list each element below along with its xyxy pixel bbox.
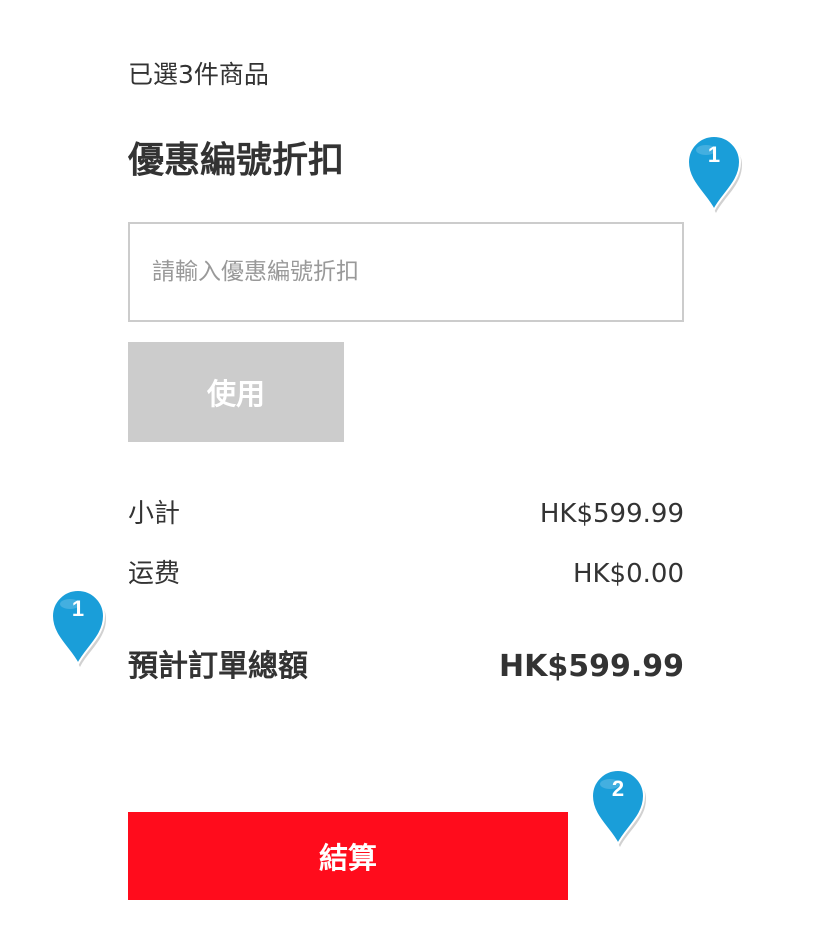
coupon-heading: 優惠編號折扣 bbox=[128, 140, 345, 181]
order-total-label: 預計訂單總額 bbox=[128, 649, 308, 684]
annotation-marker-1-summary: 1 bbox=[46, 586, 110, 668]
selected-items-count: 已選3件商品 bbox=[128, 60, 269, 89]
annotation-marker-number: 1 bbox=[707, 142, 721, 167]
subtotal-label: 小計 bbox=[128, 499, 181, 529]
shipping-value: HK$0.00 bbox=[572, 559, 684, 589]
apply-coupon-button[interactable]: 使用 bbox=[128, 342, 344, 442]
order-total-value: HK$599.99 bbox=[499, 649, 684, 684]
annotation-marker-number: 2 bbox=[611, 776, 625, 801]
coupon-code-input[interactable] bbox=[128, 222, 684, 322]
subtotal-value: HK$599.99 bbox=[539, 499, 684, 529]
annotation-marker-1-coupon: 1 bbox=[682, 132, 746, 214]
annotation-marker-number: 1 bbox=[71, 596, 85, 621]
shipping-label: 运费 bbox=[128, 559, 181, 589]
checkout-button[interactable]: 結算 bbox=[128, 812, 568, 900]
annotation-marker-2-checkout: 2 bbox=[586, 766, 650, 848]
